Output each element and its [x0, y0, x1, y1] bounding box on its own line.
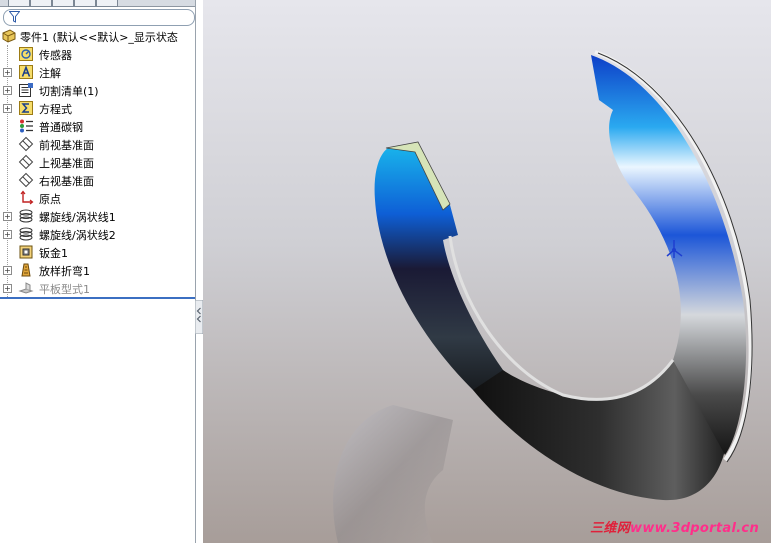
cut-list-icon — [19, 83, 33, 97]
panel-collapse-handle[interactable] — [195, 300, 203, 334]
tree-item-flat-pattern[interactable]: + 平板型式1 — [0, 279, 195, 297]
model-render — [333, 50, 753, 543]
tree-item-label: 前视基准面 — [39, 139, 94, 152]
plane-icon — [18, 154, 34, 170]
tree-item-label: 螺旋线/涡状线2 — [39, 229, 116, 242]
part-icon — [2, 29, 16, 43]
rollback-bar[interactable] — [0, 297, 195, 299]
expand-plus-icon[interactable]: + — [3, 284, 12, 293]
material-icon — [20, 119, 33, 133]
tree-item-label: 平板型式1 — [39, 283, 90, 296]
graphics-viewport[interactable]: 三维网www.3dportal.cn — [203, 0, 771, 543]
panel-tab-bar — [0, 0, 195, 7]
tree-filter-input[interactable] — [3, 9, 195, 26]
plane-icon — [18, 136, 34, 152]
watermark-brand: 三维网 — [590, 521, 631, 536]
tree-item-label: 钣金1 — [39, 247, 68, 260]
tree-item-label: 螺旋线/涡状线1 — [39, 211, 116, 224]
tab-configuration-manager[interactable] — [52, 0, 74, 7]
tree-item-right-plane[interactable]: 右视基准面 — [0, 171, 195, 189]
tree-item-lofted-bend[interactable]: + 放样折弯1 — [0, 261, 195, 279]
tree-item-helix-1[interactable]: + 螺旋线/涡状线1 — [0, 207, 195, 225]
sensor-icon — [19, 47, 33, 61]
tree-item-label: 原点 — [39, 193, 61, 206]
tree-item-equations[interactable]: + 方程式 — [0, 99, 195, 117]
tree-item-label: 注解 — [39, 67, 61, 80]
tree-item-label: 切割清单(1) — [39, 85, 99, 98]
sheet-metal-icon — [19, 245, 33, 259]
watermark-url: www.3dportal.cn — [630, 521, 759, 536]
tree-item-sensors[interactable]: 传感器 — [0, 45, 195, 63]
annotation-icon — [19, 65, 33, 79]
equation-icon — [19, 101, 33, 115]
helix-icon — [19, 209, 33, 223]
flat-pattern-icon — [18, 282, 34, 294]
tree-item-label: 方程式 — [39, 103, 72, 116]
tree-item-label: 右视基准面 — [39, 175, 94, 188]
lofted-bend-icon — [21, 263, 31, 277]
expand-plus-icon[interactable]: + — [3, 230, 12, 239]
tree-item-helix-2[interactable]: + 螺旋线/涡状线2 — [0, 225, 195, 243]
tab-property-manager[interactable] — [30, 0, 52, 7]
helix-icon — [19, 227, 33, 241]
tree-root-part[interactable]: 零件1 (默认<<默认>_显示状态 — [0, 27, 195, 45]
floor-reflection — [333, 405, 453, 543]
plane-icon — [18, 172, 34, 188]
origin-icon — [20, 190, 34, 205]
tab-feature-manager[interactable] — [8, 0, 30, 7]
tree-root-label: 零件1 (默认<<默认>_显示状态 — [20, 31, 178, 44]
tree-item-material[interactable]: 普通碳钢 — [0, 117, 195, 135]
expand-plus-icon[interactable]: + — [3, 68, 12, 77]
tree-item-label: 传感器 — [39, 49, 72, 62]
expand-plus-icon[interactable]: + — [3, 104, 12, 113]
tree-item-sheet-metal[interactable]: 钣金1 — [0, 243, 195, 261]
tree-item-label: 放样折弯1 — [39, 265, 90, 278]
feature-manager-panel: 零件1 (默认<<默认>_显示状态 传感器 + 注解 + 切割清单(1) + 方… — [0, 0, 196, 543]
expand-plus-icon[interactable]: + — [3, 266, 12, 275]
site-watermark: 三维网www.3dportal.cn — [590, 517, 759, 536]
tab-display-manager[interactable] — [96, 0, 118, 7]
expand-plus-icon[interactable]: + — [3, 212, 12, 221]
tree-item-cut-list[interactable]: + 切割清单(1) — [0, 81, 195, 99]
tree-item-origin[interactable]: 原点 — [0, 189, 195, 207]
tree-item-label: 上视基准面 — [39, 157, 94, 170]
tree-item-top-plane[interactable]: 上视基准面 — [0, 153, 195, 171]
tab-dimxpert[interactable] — [74, 0, 96, 7]
expand-plus-icon[interactable]: + — [3, 86, 12, 95]
tree-item-label: 普通碳钢 — [39, 121, 83, 134]
filter-icon — [9, 11, 20, 23]
tree-item-annotations[interactable]: + 注解 — [0, 63, 195, 81]
tree-item-front-plane[interactable]: 前视基准面 — [0, 135, 195, 153]
